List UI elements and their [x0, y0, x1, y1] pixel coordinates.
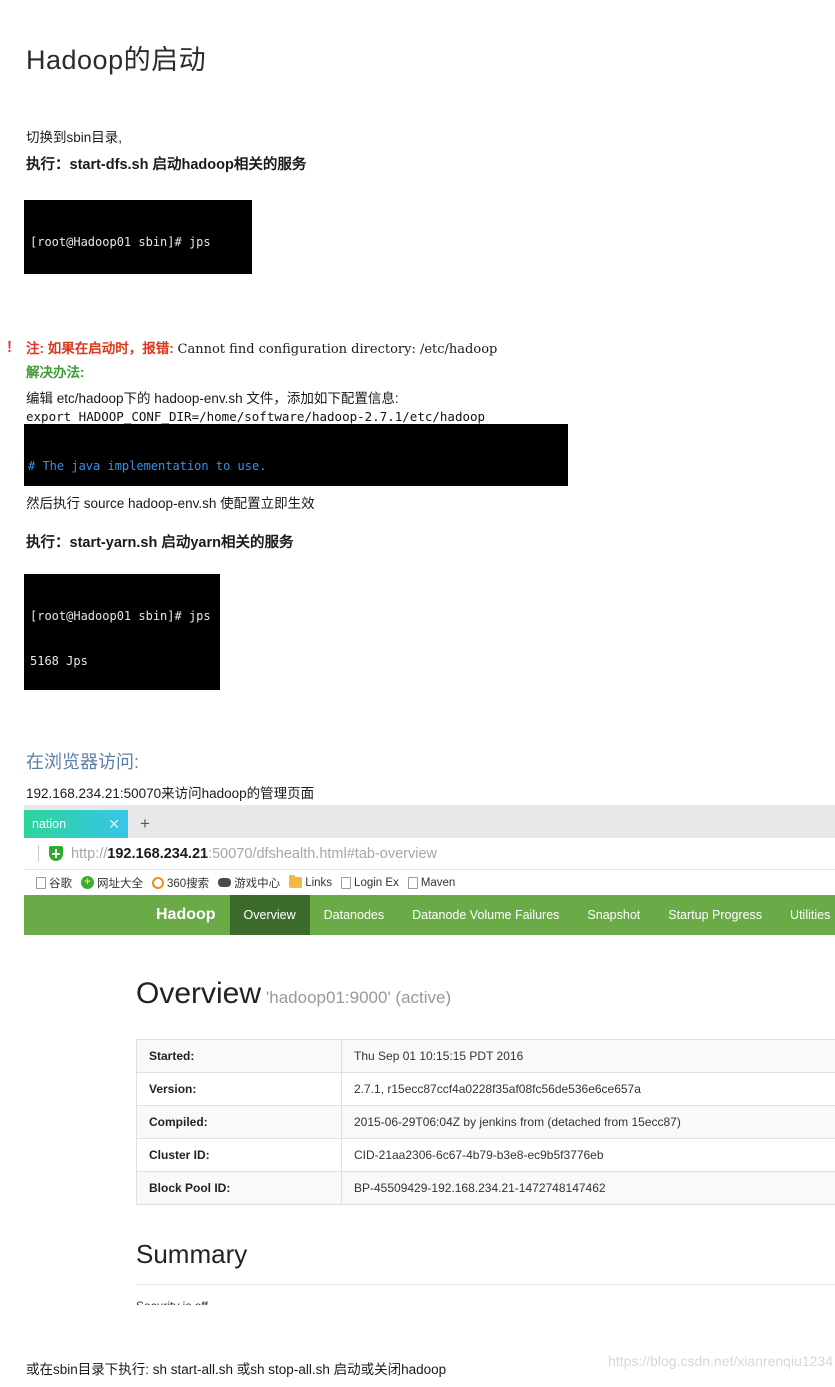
address-url: http://192.168.234.21:50070/dfshealth.ht… [71, 846, 437, 862]
nav-tab-datanode-volume-failures[interactable]: Datanode Volume Failures [398, 895, 573, 935]
url-rest: :50070/dfshealth.html#tab-overview [208, 845, 437, 862]
vi-editor-block: # The java implementation to use. export… [24, 424, 568, 486]
table-key: Cluster ID: [136, 1138, 342, 1172]
table-row: Version: 2.7.1, r15ecc87ccf4a0228f35af08… [136, 1072, 835, 1106]
page-icon [407, 876, 418, 889]
warning-bang-icon: ！ [6, 339, 20, 355]
summary-heading: Summary [136, 1239, 248, 1269]
orange-ring-icon [152, 876, 164, 889]
note-error-text: Cannot find configuration directory: /et… [177, 342, 498, 357]
bookmark-label: 游戏中心 [234, 877, 281, 890]
hadoop-brand[interactable]: Hadoop [24, 895, 230, 935]
url-scheme: http:// [71, 845, 108, 862]
terminal-prompt-line: [root@Hadoop01 sbin]# jps [30, 234, 211, 249]
intro-text: 切换到sbin目录, [26, 130, 123, 145]
security-status-text: Security is off. [136, 1299, 835, 1305]
watermark: https://blog.csdn.net/xianrenqiu1234 [608, 1353, 833, 1369]
bookmark-label: Login Ex [354, 876, 399, 889]
table-value: BP-45509429-192.168.234.21-1472748147462 [341, 1171, 835, 1205]
nav-tab-startup-progress[interactable]: Startup Progress [654, 895, 776, 935]
table-key: Version: [136, 1072, 342, 1106]
folder-icon [289, 875, 303, 888]
terminal-prompt-line: [root@Hadoop01 sbin]# jps [30, 608, 211, 623]
page-icon [36, 876, 46, 889]
new-tab-button[interactable]: + [128, 810, 162, 838]
nav-tab-label: Overview [243, 908, 296, 922]
table-value: 2015-06-29T06:04Z by jenkins from (detac… [341, 1105, 835, 1139]
table-value: 2.7.1, r15ecc87ccf4a0228f35af08fc56de536… [341, 1072, 835, 1106]
nav-tab-utilities[interactable]: Utilities [776, 895, 835, 935]
gamepad-icon [218, 878, 232, 887]
bookmarks-bar: 谷歌 + 网址大全 360搜索 游戏中心 Links Login Ex Maven [24, 870, 835, 895]
browser-screenshot: nation ✕ + http://192.168.234.21:50070/d… [24, 805, 835, 1305]
export-conf-dir-line: export HADOOP_CONF_DIR=/home/software/ha… [26, 409, 486, 424]
note-row: 注: 如果在启动时，报错: Cannot find configuration … [26, 337, 497, 357]
browser-access-sub: 192.168.234.21:50070来访问hadoop的管理页面 [26, 786, 315, 801]
summary-divider [136, 1284, 835, 1285]
overview-table: Started: Thu Sep 01 10:15:15 PDT 2016 Ve… [136, 1039, 835, 1205]
footer-text: 或在sbin目录下执行: sh start-all.sh 或sh stop-al… [26, 1362, 447, 1377]
table-row: Block Pool ID: BP-45509429-192.168.234.2… [136, 1171, 835, 1205]
security-shield-icon [49, 846, 63, 861]
browser-address-bar[interactable]: http://192.168.234.21:50070/dfshealth.ht… [24, 838, 835, 870]
vi-comment-line: # The java implementation to use. [28, 459, 267, 473]
overview-heading-text: Overview [136, 977, 262, 1010]
table-value: CID-21aa2306-6c67-4b79-b3e8-ec9b5f3776eb [341, 1138, 835, 1172]
exec-dfs-text: 执行：start-dfs.sh 启动hadoop相关的服务 [26, 157, 307, 173]
solution-label: 解决办法: [26, 365, 85, 380]
document-page: Hadoop的启动 切换到sbin目录, 执行：start-dfs.sh 启动h… [0, 0, 835, 1387]
page-icon [341, 876, 352, 889]
bookmark-item[interactable]: 谷歌 [36, 875, 72, 891]
table-row: Compiled: 2015-06-29T06:04Z by jenkins f… [136, 1105, 835, 1139]
nav-tab-snapshot[interactable]: Snapshot [573, 895, 654, 935]
nav-tab-label: Utilities [790, 908, 831, 922]
bookmark-item[interactable]: 游戏中心 [218, 875, 280, 891]
table-key: Block Pool ID: [136, 1171, 342, 1205]
nav-tab-datanodes[interactable]: Datanodes [310, 895, 398, 935]
green-plus-icon: + [81, 876, 94, 889]
nav-tab-label: Snapshot [587, 908, 641, 922]
table-row: Cluster ID: CID-21aa2306-6c67-4b79-b3e8-… [136, 1138, 835, 1172]
bookmark-item[interactable]: Login Ex [341, 876, 399, 889]
address-divider [38, 845, 39, 862]
terminal-line: 5168 Jps [30, 654, 88, 669]
nav-tab-label: Datanode Volume Failures [412, 908, 560, 922]
nav-tab-label: Datanodes [323, 908, 385, 922]
table-key: Compiled: [136, 1105, 342, 1139]
bookmark-label: 谷歌 [49, 877, 72, 890]
table-key: Started: [136, 1039, 342, 1073]
table-value: Thu Sep 01 10:15:15 PDT 2016 [341, 1039, 835, 1073]
bookmark-item[interactable]: 360搜索 [152, 875, 209, 891]
browser-tabstrip: nation ✕ + [24, 805, 835, 838]
nav-tab-label: Startup Progress [668, 908, 763, 922]
bookmark-label: Links [305, 876, 333, 889]
bookmark-label: 360搜索 [167, 877, 210, 890]
source-cmd-text: 然后执行 source hadoop-env.sh 使配置立即生效 [26, 496, 315, 511]
hadoop-navbar: Hadoop Overview Datanodes Datanode Volum… [24, 895, 835, 935]
browser-tab-title: nation [32, 817, 67, 831]
browser-tab[interactable]: nation ✕ [24, 810, 128, 838]
hadoop-page-body: Overview'hadoop01:9000' (active) Started… [24, 935, 835, 1305]
close-icon[interactable]: ✕ [108, 816, 120, 833]
solution-text: 编辑 etc/hadoop下的 hadoop-env.sh 文件，添加如下配置信… [26, 391, 399, 406]
note-label: 注: [26, 341, 44, 356]
url-host: 192.168.234.21 [107, 845, 209, 862]
table-row: Started: Thu Sep 01 10:15:15 PDT 2016 [136, 1039, 835, 1073]
bookmark-item[interactable]: Maven [407, 876, 456, 889]
browser-access-heading: 在浏览器访问: [26, 752, 140, 772]
nav-tab-overview[interactable]: Overview [229, 895, 310, 935]
bookmark-label: 网址大全 [97, 877, 143, 890]
bookmark-item[interactable]: + 网址大全 [81, 875, 143, 891]
exec-yarn-text: 执行：start-yarn.sh 启动yarn相关的服务 [26, 535, 294, 551]
bookmark-label: Maven [420, 876, 456, 889]
note-condition: 如果在启动时，报错: [47, 341, 174, 356]
overview-heading-sub: 'hadoop01:9000' (active) [266, 988, 452, 1007]
bookmark-item[interactable]: Links [289, 875, 333, 889]
page-title: Hadoop的启动 [26, 45, 207, 75]
terminal-jps-yarn: [root@Hadoop01 sbin]# jps 5168 Jps 4689 … [24, 574, 220, 690]
overview-heading: Overview'hadoop01:9000' (active) [136, 935, 835, 1011]
terminal-jps-dfs: [root@Hadoop01 sbin]# jps 4689 DataNode … [24, 200, 252, 274]
